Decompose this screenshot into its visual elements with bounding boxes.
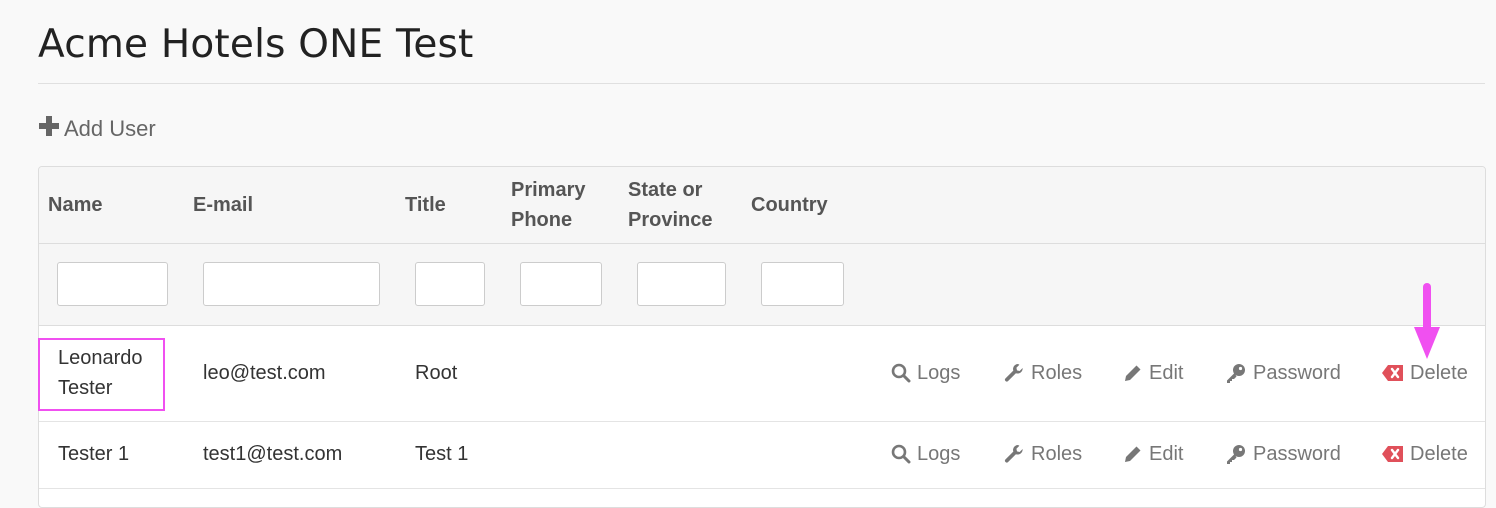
header-state-line2: Province	[628, 209, 713, 231]
delete-x-icon	[1382, 364, 1404, 382]
user-email-cell: test1@test.com	[203, 443, 343, 465]
edit-label: Edit	[1149, 443, 1184, 465]
wrench-icon	[1003, 443, 1025, 465]
delete-label: Delete	[1410, 443, 1468, 465]
search-icon	[891, 363, 911, 383]
header-title[interactable]: Title	[405, 190, 446, 220]
arrow-down-icon	[1412, 283, 1442, 366]
roles-label: Roles	[1031, 443, 1083, 465]
edit-button[interactable]: Edit	[1123, 439, 1183, 469]
header-primary-phone-line1: Primary	[511, 179, 586, 201]
logs-label: Logs	[917, 362, 961, 384]
header-state-line1: State or	[628, 179, 703, 201]
table-row[interactable]: Leonardo Tester leo@test.com Root Logs R…	[39, 326, 1485, 422]
delete-x-icon	[1382, 445, 1404, 463]
password-button[interactable]: Password	[1225, 358, 1341, 388]
user-title-cell: Test 1	[415, 443, 469, 465]
add-user-button[interactable]: Add User	[38, 114, 156, 142]
header-name[interactable]: Name	[48, 190, 102, 220]
edit-label: Edit	[1149, 362, 1184, 384]
delete-button[interactable]: Delete	[1382, 439, 1468, 469]
header-primary-phone-line2: Phone	[511, 209, 573, 231]
password-button[interactable]: Password	[1225, 439, 1341, 469]
pencil-icon	[1123, 363, 1143, 383]
edit-button[interactable]: Edit	[1123, 358, 1183, 388]
country-filter-input[interactable]	[761, 262, 844, 306]
password-label: Password	[1253, 443, 1341, 465]
roles-button[interactable]: Roles	[1003, 439, 1082, 469]
users-table: Name E-mail Title Primary Phone State or…	[38, 166, 1486, 508]
title-divider	[38, 83, 1485, 84]
header-email[interactable]: E-mail	[193, 190, 253, 220]
logs-button[interactable]: Logs	[891, 439, 960, 469]
header-state-province[interactable]: State or Province	[628, 175, 712, 235]
key-icon	[1225, 443, 1247, 465]
password-label: Password	[1253, 362, 1341, 384]
table-header: Name E-mail Title Primary Phone State or…	[39, 167, 1485, 244]
wrench-icon	[1003, 362, 1025, 384]
plus-icon	[38, 114, 60, 142]
table-row[interactable]: Tester 1 test1@test.com Test 1 Logs Role…	[39, 422, 1485, 489]
email-filter-input[interactable]	[203, 262, 380, 306]
filter-row	[39, 244, 1485, 326]
user-email-cell: leo@test.com	[203, 362, 326, 384]
state-filter-input[interactable]	[637, 262, 726, 306]
roles-label: Roles	[1031, 362, 1083, 384]
highlight-box	[38, 338, 165, 411]
page-title: Acme Hotels ONE Test	[38, 22, 474, 67]
user-title-cell: Root	[415, 362, 458, 384]
key-icon	[1225, 362, 1247, 384]
user-name-cell: Tester 1	[58, 443, 130, 465]
phone-filter-input[interactable]	[520, 262, 602, 306]
title-filter-input[interactable]	[415, 262, 485, 306]
add-user-label: Add User	[64, 116, 156, 141]
pencil-icon	[1123, 444, 1143, 464]
search-icon	[891, 444, 911, 464]
logs-button[interactable]: Logs	[891, 358, 960, 388]
header-primary-phone[interactable]: Primary Phone	[511, 175, 586, 235]
roles-button[interactable]: Roles	[1003, 358, 1082, 388]
header-country[interactable]: Country	[751, 190, 828, 220]
logs-label: Logs	[917, 443, 961, 465]
name-filter-input[interactable]	[57, 262, 168, 306]
